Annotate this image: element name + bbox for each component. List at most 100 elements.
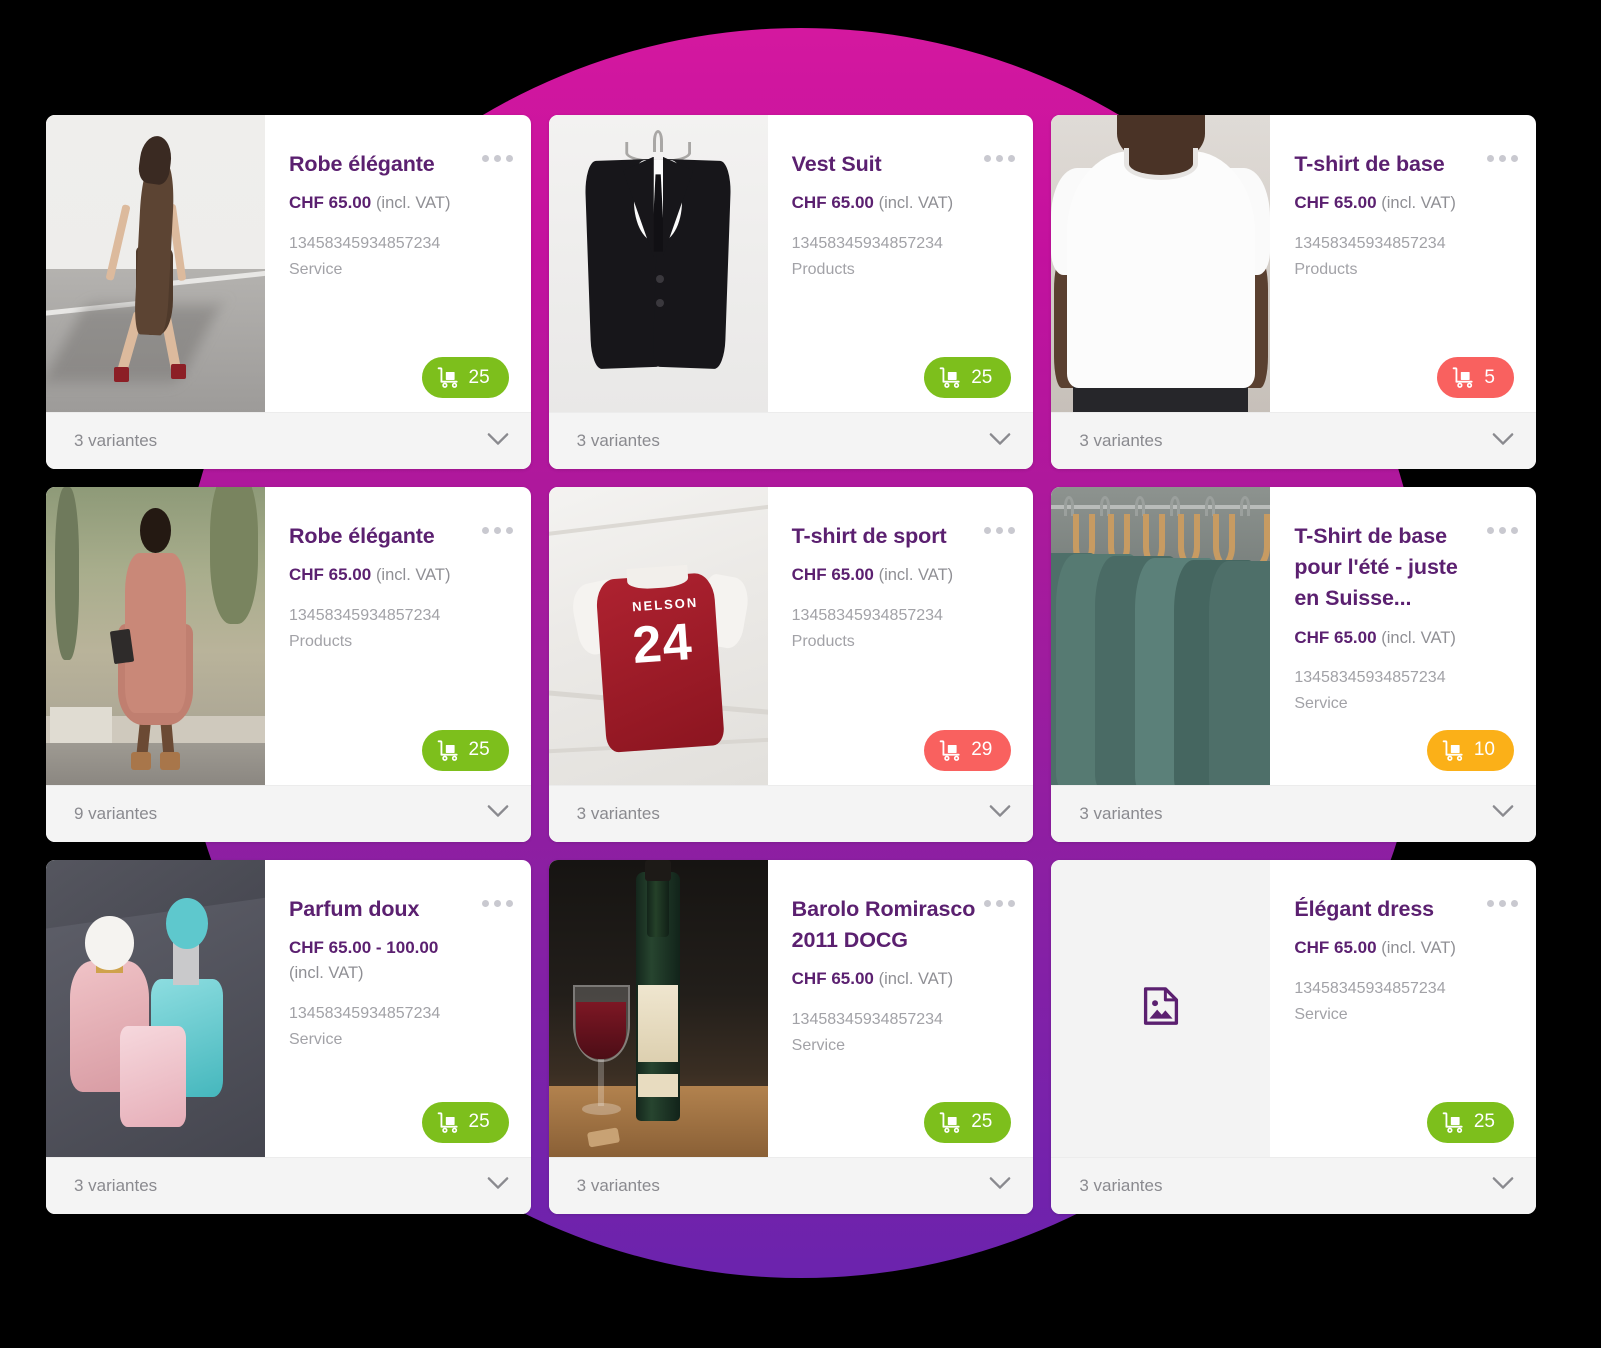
product-price: CHF 65.00 (1294, 938, 1377, 958)
product-card[interactable]: Vest Suit CHF 65.00 (incl. VAT) 1345834593… (548, 115, 1034, 469)
product-info: Vest Suit CHF 65.00 (incl. VAT) 1345834593… (768, 115, 1034, 412)
stock-badge[interactable]: 29 (924, 729, 1012, 771)
product-overflow-menu-icon[interactable] (984, 527, 1016, 534)
product-card-body: Parfum doux CHF 65.00 - 100.00 (incl. VAT)… (46, 859, 531, 1157)
chevron-down-icon[interactable] (989, 1176, 1011, 1195)
product-card[interactable]: Barolo Romirasco 2011 DOCG CHF 65.00 (inc… (548, 859, 1034, 1214)
product-category: Products (791, 261, 855, 279)
product-price-line: CHF 65.00 - 100.00 (incl. VAT) (289, 935, 509, 987)
product-image (46, 115, 265, 412)
product-overflow-menu-icon[interactable] (481, 155, 513, 162)
product-card[interactable]: T-Shirt de base pour l'été - juste en Su… (1051, 487, 1536, 842)
chevron-down-icon[interactable] (989, 804, 1011, 823)
stock-badge[interactable]: 25 (421, 357, 509, 398)
product-info: Robe élégante CHF 65.00 (incl. VAT) 134583… (265, 487, 531, 785)
product-image (548, 859, 768, 1157)
product-card-body: T-shirt de base CHF 65.00 (incl. VAT) 1345… (1051, 115, 1536, 412)
product-price: CHF 65.00 (791, 565, 874, 585)
chevron-down-icon[interactable] (487, 432, 509, 451)
stock-badge-row: 25 (1294, 1090, 1514, 1143)
product-title: Vest Suit (791, 152, 882, 176)
product-info: Parfum doux CHF 65.00 - 100.00 (incl. VAT)… (265, 860, 531, 1157)
variants-toggle[interactable]: 3 variantes (1051, 1156, 1536, 1214)
stock-badge[interactable]: 25 (421, 729, 509, 771)
product-overflow-menu-icon[interactable] (481, 899, 513, 907)
product-info: T-Shirt de base pour l'été - juste en Su… (1270, 487, 1536, 785)
product-category: Service (289, 1031, 343, 1049)
stock-badge[interactable]: 5 (1437, 357, 1514, 398)
variants-toggle[interactable]: 3 variantes (1051, 784, 1536, 842)
product-thumbnail[interactable] (1051, 859, 1271, 1157)
product-card[interactable]: Robe élégante CHF 65.00 (incl. VAT) 134583… (46, 115, 531, 469)
delivery-cart-icon (1442, 1112, 1465, 1133)
product-card[interactable]: NELSON 24 T-shirt de sport CHF 65.00 (incl.… (548, 487, 1034, 842)
product-thumbnail[interactable] (46, 115, 265, 412)
variants-toggle[interactable]: 3 variantes (548, 784, 1034, 842)
product-card[interactable]: T-shirt de base CHF 65.00 (incl. VAT) 1345… (1051, 115, 1536, 469)
product-thumbnail[interactable] (548, 859, 768, 1157)
product-card[interactable]: Élégant dress CHF 65.00 (incl. VAT) 134583… (1051, 859, 1536, 1214)
product-price-line: CHF 65.00 (incl. VAT) (289, 190, 509, 217)
product-thumbnail[interactable] (46, 859, 265, 1157)
variants-count-label: 3 variantes (576, 803, 660, 823)
delivery-cart-icon (1452, 367, 1475, 388)
variants-toggle[interactable]: 3 variantes (548, 1156, 1034, 1214)
delivery-cart-icon (437, 740, 460, 761)
product-sku: 13458345934857234 (289, 234, 441, 252)
variants-count-label: 3 variantes (1079, 1175, 1163, 1195)
chevron-down-icon[interactable] (1492, 804, 1514, 823)
variants-toggle[interactable]: 3 variantes (548, 412, 1034, 469)
stock-count: 5 (1484, 366, 1495, 388)
product-sku: 13458345934857234 (289, 606, 441, 624)
product-overflow-menu-icon[interactable] (481, 527, 513, 534)
chevron-down-icon[interactable] (989, 432, 1011, 451)
stock-count: 10 (1473, 739, 1495, 761)
product-vat-note: (incl. VAT) (289, 964, 364, 983)
chevron-down-icon[interactable] (487, 1176, 509, 1195)
product-overflow-menu-icon[interactable] (984, 155, 1016, 162)
product-sku: 13458345934857234 (791, 606, 943, 624)
product-card[interactable]: Robe élégante CHF 65.00 (incl. VAT) 134583… (46, 487, 531, 842)
stock-badge[interactable]: 10 (1426, 729, 1514, 771)
product-overflow-menu-icon[interactable] (1486, 527, 1518, 534)
product-card-body: Barolo Romirasco 2011 DOCG CHF 65.00 (inc… (548, 859, 1034, 1157)
variants-toggle[interactable]: 3 variantes (46, 1156, 531, 1214)
product-overflow-menu-icon[interactable] (1486, 155, 1518, 162)
product-thumbnail[interactable] (548, 115, 768, 412)
product-overflow-menu-icon[interactable] (1486, 899, 1518, 907)
product-vat-note: (incl. VAT) (1381, 628, 1456, 647)
stock-badge[interactable]: 25 (1426, 1101, 1514, 1143)
product-title: Parfum doux (289, 896, 420, 921)
product-title: T-shirt de base (1294, 152, 1445, 176)
product-category: Service (1294, 1005, 1348, 1023)
product-thumbnail[interactable]: NELSON 24 (548, 487, 768, 785)
variants-toggle[interactable]: 9 variantes (46, 784, 531, 842)
product-vat-note: (incl. VAT) (375, 194, 451, 213)
chevron-down-icon[interactable] (1492, 1176, 1514, 1195)
stock-badge-row: 25 (792, 345, 1012, 398)
variants-count-label: 3 variantes (1079, 431, 1163, 450)
product-sku: 13458345934857234 (1294, 234, 1446, 252)
stock-badge[interactable]: 25 (421, 1101, 509, 1143)
product-info: Barolo Romirasco 2011 DOCG CHF 65.00 (inc… (768, 860, 1034, 1157)
stock-badge[interactable]: 25 (924, 1101, 1012, 1143)
product-thumbnail[interactable] (1051, 487, 1271, 785)
product-vat-note: (incl. VAT) (878, 194, 954, 213)
variants-count-label: 3 variantes (576, 1175, 660, 1195)
product-sku: 13458345934857234 (289, 1004, 441, 1022)
product-card[interactable]: Parfum doux CHF 65.00 - 100.00 (incl. VAT)… (46, 859, 531, 1214)
chevron-down-icon[interactable] (487, 804, 509, 823)
variants-toggle[interactable]: 3 variantes (1051, 412, 1536, 469)
stock-badge[interactable]: 25 (924, 357, 1012, 398)
product-vat-note: (incl. VAT) (375, 566, 451, 585)
product-sku: 13458345934857234 (791, 234, 943, 252)
variants-count-label: 3 variantes (74, 1175, 158, 1195)
variants-toggle[interactable]: 3 variantes (46, 412, 531, 469)
product-thumbnail[interactable] (1051, 115, 1271, 412)
product-overflow-menu-icon[interactable] (984, 899, 1016, 907)
product-image (1051, 115, 1271, 412)
product-thumbnail[interactable] (46, 487, 265, 785)
delivery-cart-icon (1442, 740, 1465, 761)
chevron-down-icon[interactable] (1492, 432, 1514, 451)
product-category: Service (289, 261, 343, 279)
